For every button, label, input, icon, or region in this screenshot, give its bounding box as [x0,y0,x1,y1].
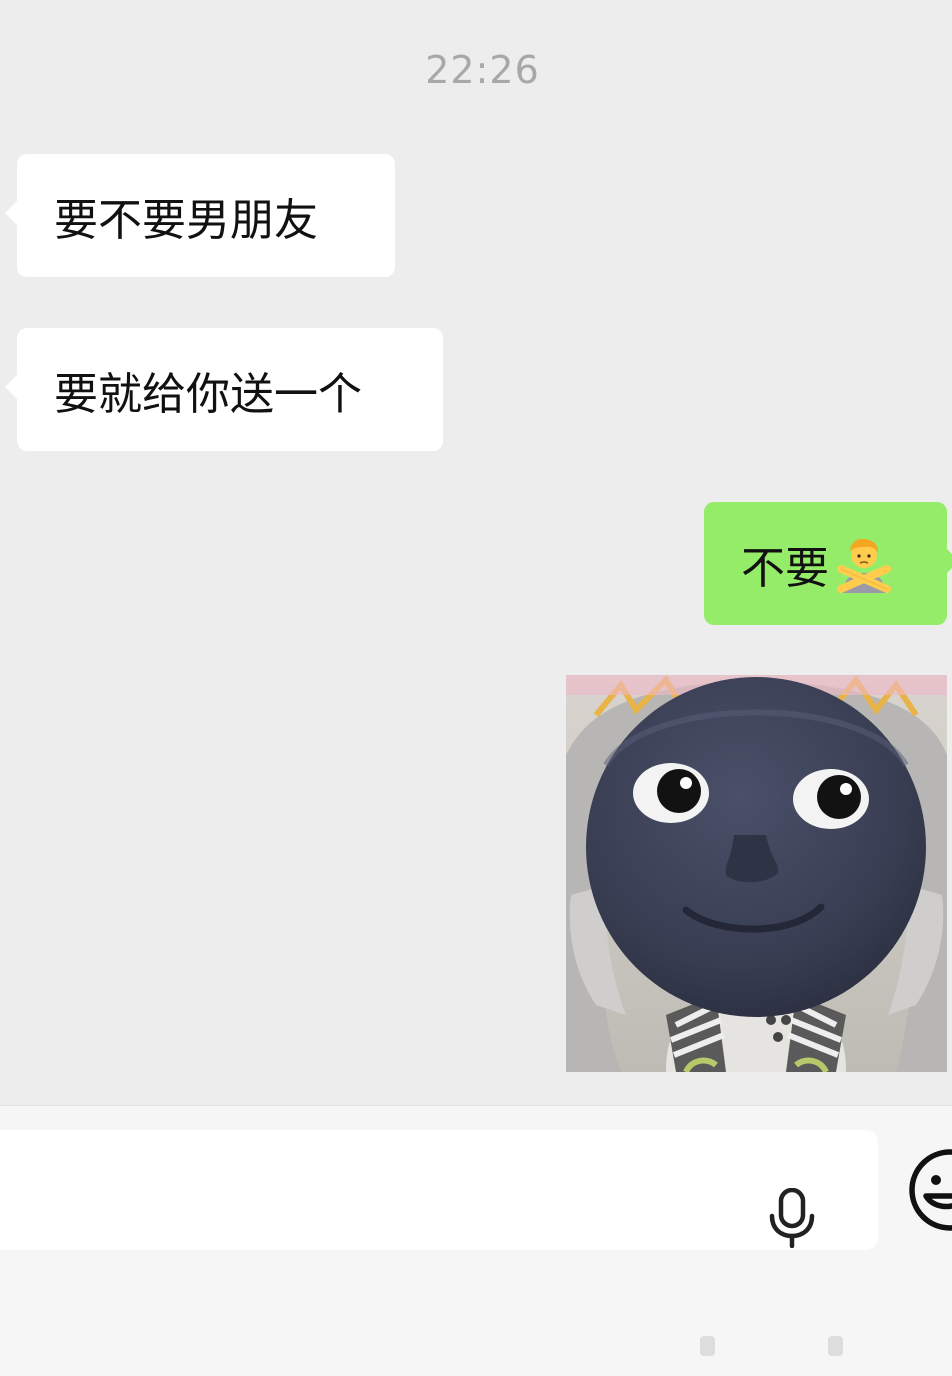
dark-moon-face-sticker [566,675,947,1072]
microphone-icon[interactable] [768,1188,816,1248]
person-gesturing-no-emoji [837,538,891,593]
message-timestamp: 22:26 [425,48,540,92]
incoming-message-bubble[interactable]: 要就给你送一个 [5,328,443,451]
message-input[interactable] [0,1130,878,1250]
outgoing-message-bubble[interactable]: 不要 [704,502,952,625]
input-bar [0,1105,952,1376]
home-indicator-bar [700,1336,843,1356]
message-text: 要就给你送一个 [54,368,362,420]
sticker-image[interactable] [566,675,947,1072]
incoming-message-bubble[interactable]: 要不要男朋友 [5,154,395,277]
smiley-face-icon[interactable] [906,1146,952,1234]
message-text: 不要 [741,542,829,594]
message-text: 要不要男朋友 [54,194,318,246]
